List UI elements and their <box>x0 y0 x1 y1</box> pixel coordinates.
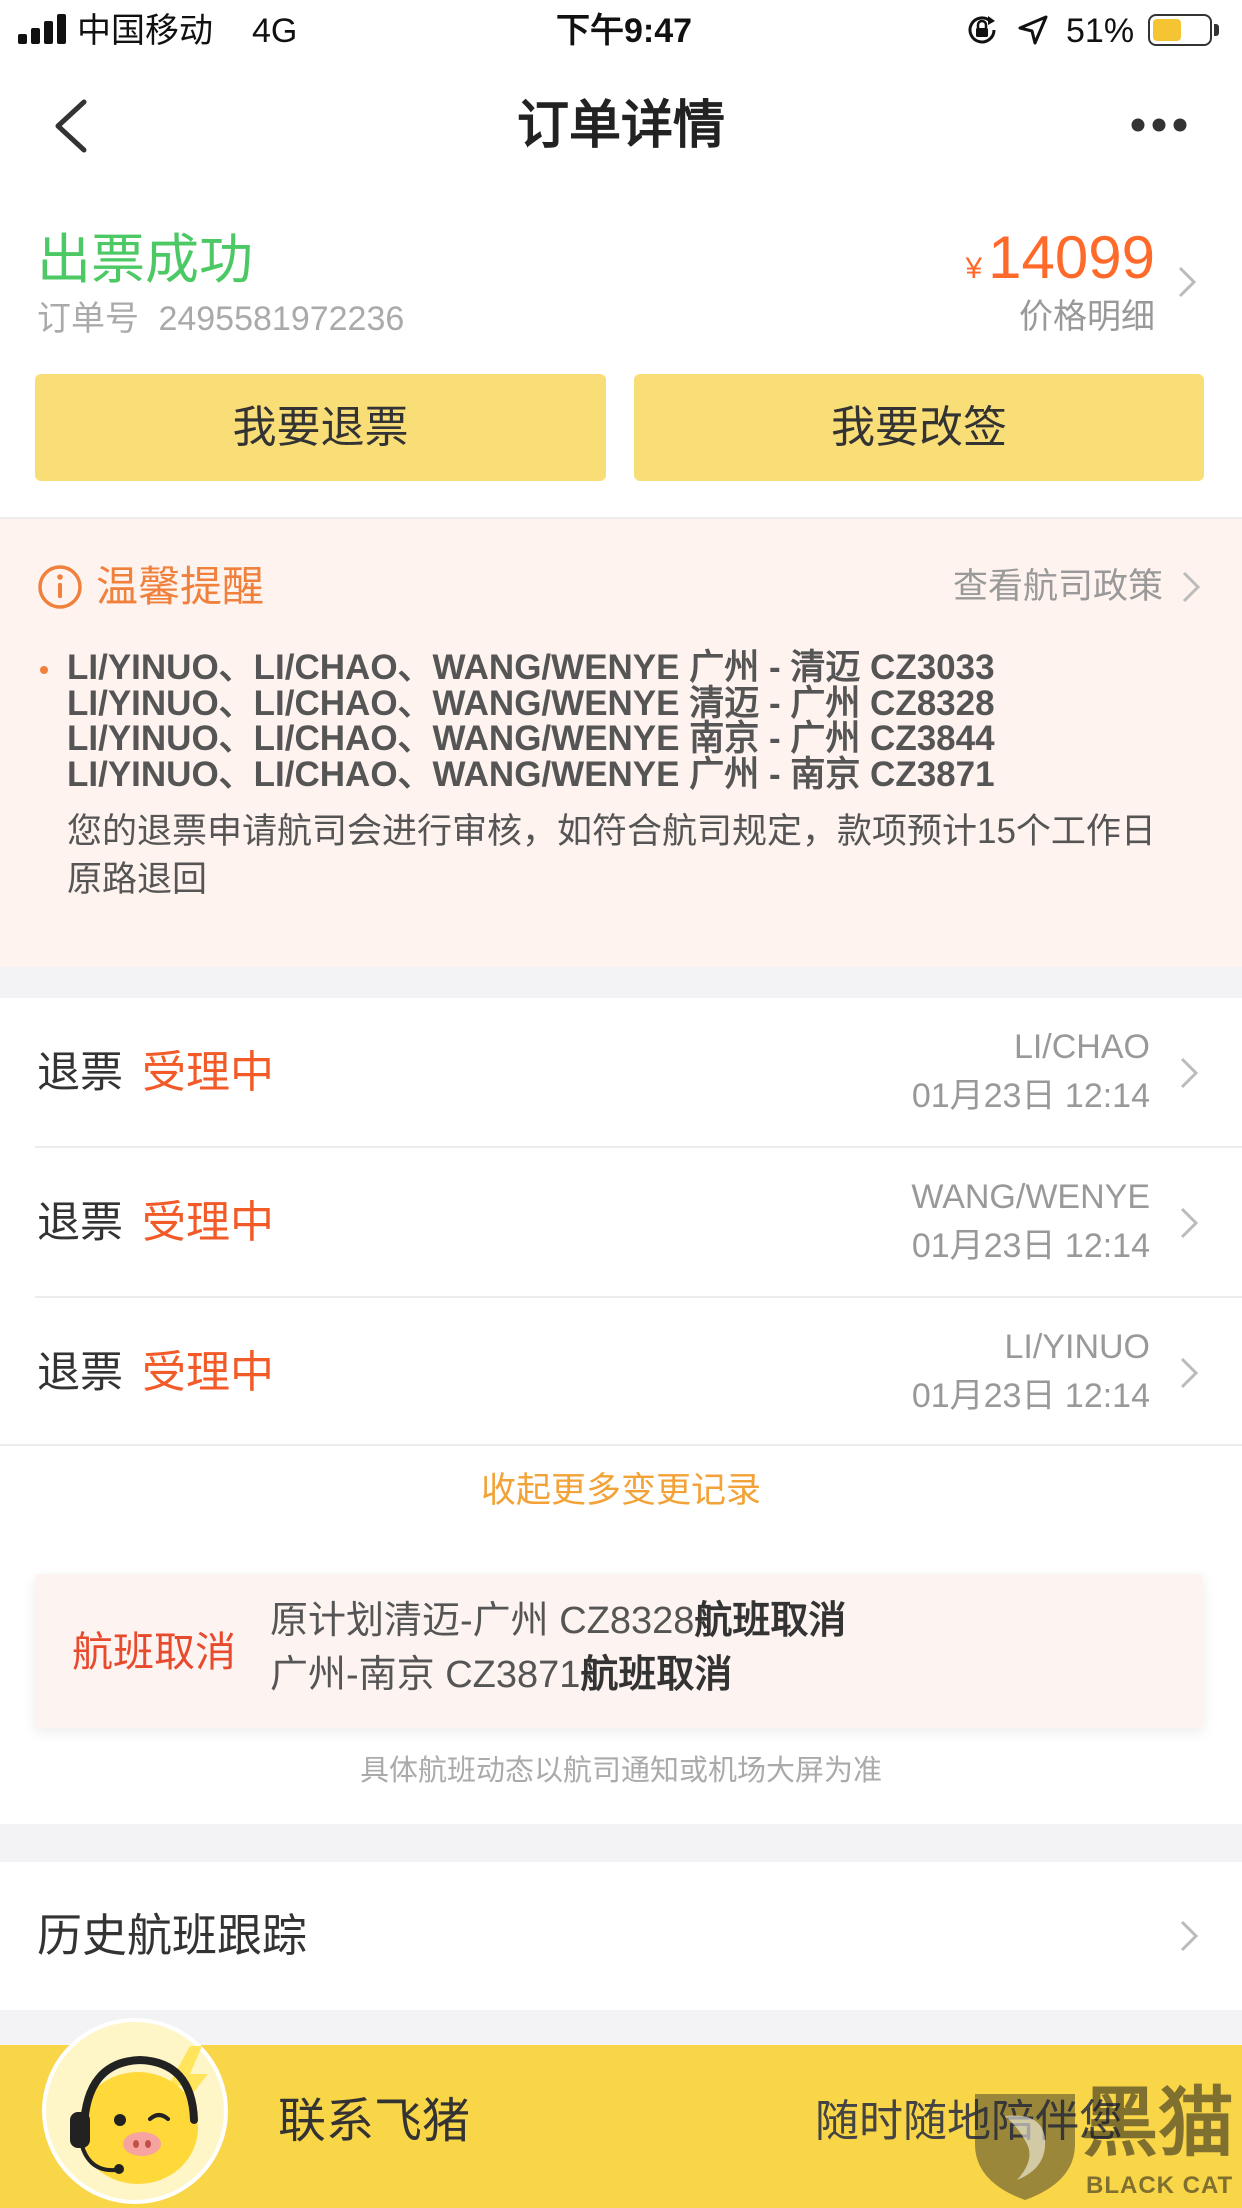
battery-level-fill <box>1153 19 1181 41</box>
row-divider <box>0 1444 1242 1446</box>
bullet-dot <box>40 666 48 674</box>
mascot-avatar-icon[interactable] <box>40 2016 230 2206</box>
battery-percentage: 51% <box>1066 12 1135 50</box>
battery-cap <box>1214 24 1219 36</box>
price-detail-link[interactable]: 价格明细 <box>1019 296 1155 338</box>
record-type: 退票 <box>37 1199 123 1247</box>
passenger-route-line: LI/YINUO、LI/CHAO、WANG/WENYE 清迈 - 广州 CZ83… <box>67 684 995 723</box>
refund-button[interactable]: 我要退票 <box>35 374 606 481</box>
record-passenger: LI/CHAO <box>1013 1028 1150 1066</box>
watermark-text: 黑猫 <box>1082 2081 1234 2166</box>
passenger-route-line: LI/YINUO、LI/CHAO、WANG/WENYE 广州 - 南京 CZ38… <box>67 755 995 794</box>
change-ticket-button[interactable]: 我要改签 <box>634 374 1204 481</box>
record-type: 退票 <box>37 1049 123 1097</box>
passenger-route-line: LI/YINUO、LI/CHAO、WANG/WENYE 广州 - 清迈 CZ30… <box>67 648 995 687</box>
price-value: 14099 <box>988 224 1155 291</box>
price-total[interactable]: ¥14099 <box>965 224 1155 292</box>
record-time: 01月23日 12:14 <box>911 1227 1150 1265</box>
refund-records-list: 退票 受理中 LI/CHAO 01月23日 12:14 退票 受理中 WANG/… <box>0 998 1242 1446</box>
reminder-title: 温馨提醒 <box>96 563 265 610</box>
signal-strength-icon <box>18 14 66 44</box>
chevron-right-icon <box>1180 1207 1199 1239</box>
record-status: 受理中 <box>142 1048 274 1097</box>
record-type: 退票 <box>37 1349 123 1397</box>
refund-record-row[interactable]: 退票 受理中 WANG/WENYE 01月23日 12:14 <box>0 1148 1242 1298</box>
record-status: 受理中 <box>142 1198 274 1247</box>
cancellation-route: 原计划清迈-广州 CZ8328 <box>270 1600 695 1642</box>
order-number-label: 订单号 <box>37 300 139 338</box>
cancellation-item: 广州-南京 CZ3871航班取消 <box>270 1651 732 1699</box>
watermark-subtext: BLACK CAT <box>1086 2172 1234 2199</box>
chevron-right-icon <box>1180 1920 1199 1952</box>
back-arrow-icon[interactable] <box>48 96 96 156</box>
price-currency: ¥ <box>965 252 983 285</box>
status-bar: 中国移动 4G 下午9:47 51% <box>0 0 1242 63</box>
airline-policy-link[interactable]: 查看航司政策 <box>953 566 1163 608</box>
cancellation-item: 原计划清迈-广州 CZ8328航班取消 <box>270 1597 846 1645</box>
network-type: 4G <box>252 12 298 50</box>
order-number: 订单号 2495581972236 <box>37 298 404 340</box>
flight-cancellation-card: 航班取消 原计划清迈-广州 CZ8328航班取消 广州-南京 CZ3871航班取… <box>35 1574 1203 1728</box>
chevron-right-icon <box>1182 571 1201 603</box>
black-cat-watermark-logo <box>975 2094 1075 2200</box>
reminder-panel: 温馨提醒 查看航司政策 LI/YINUO、LI/CHAO、WANG/WENYE … <box>0 519 1242 967</box>
chevron-right-icon <box>1180 1357 1199 1389</box>
ticket-status: 出票成功 <box>37 230 253 290</box>
status-time: 下午9:47 <box>555 12 693 50</box>
record-time: 01月23日 12:14 <box>911 1077 1150 1115</box>
flight-status-disclaimer: 具体航班动态以航司通知或机场大屏为准 <box>359 1755 882 1787</box>
flight-history-label: 历史航班跟踪 <box>37 1910 308 1961</box>
passenger-route-line: LI/YINUO、LI/CHAO、WANG/WENYE 南京 - 广州 CZ38… <box>67 719 995 758</box>
location-arrow-icon <box>1018 15 1048 45</box>
record-passenger: WANG/WENYE <box>911 1178 1150 1216</box>
chevron-right-icon <box>1180 1057 1199 1089</box>
flight-history-row[interactable]: 历史航班跟踪 <box>0 1862 1242 2010</box>
orientation-lock-icon <box>968 16 996 44</box>
cancellation-status: 航班取消 <box>580 1654 733 1696</box>
order-number-value: 2495581972236 <box>158 300 405 338</box>
cancellation-status: 航班取消 <box>694 1600 847 1642</box>
battery-icon <box>1148 14 1212 46</box>
carrier-name: 中国移动 <box>77 12 213 50</box>
more-dots-icon[interactable] <box>1126 113 1192 137</box>
record-passenger: LI/YINUO <box>1004 1328 1150 1366</box>
record-time: 01月23日 12:14 <box>911 1377 1150 1415</box>
page-title: 订单详情 <box>516 97 725 155</box>
collapse-records-link[interactable]: 收起更多变更记录 <box>0 1466 1242 1516</box>
chevron-right-icon <box>1178 266 1197 298</box>
refund-record-row[interactable]: 退票 受理中 LI/YINUO 01月23日 12:14 <box>0 1298 1242 1446</box>
info-icon <box>38 565 82 609</box>
record-status: 受理中 <box>142 1348 274 1397</box>
contact-label[interactable]: 联系飞猪 <box>278 2095 470 2149</box>
cancellation-label: 航班取消 <box>72 1629 236 1675</box>
refund-record-row[interactable]: 退票 受理中 LI/CHAO 01月23日 12:14 <box>0 998 1242 1148</box>
cancellation-route: 广州-南京 CZ3871 <box>270 1654 581 1696</box>
section-separator <box>0 1824 1242 1862</box>
refund-review-message: 您的退票申请航司会进行审核，如符合航司规定，款项预计15个工作日原路退回 <box>67 812 1156 899</box>
section-separator <box>0 967 1242 998</box>
